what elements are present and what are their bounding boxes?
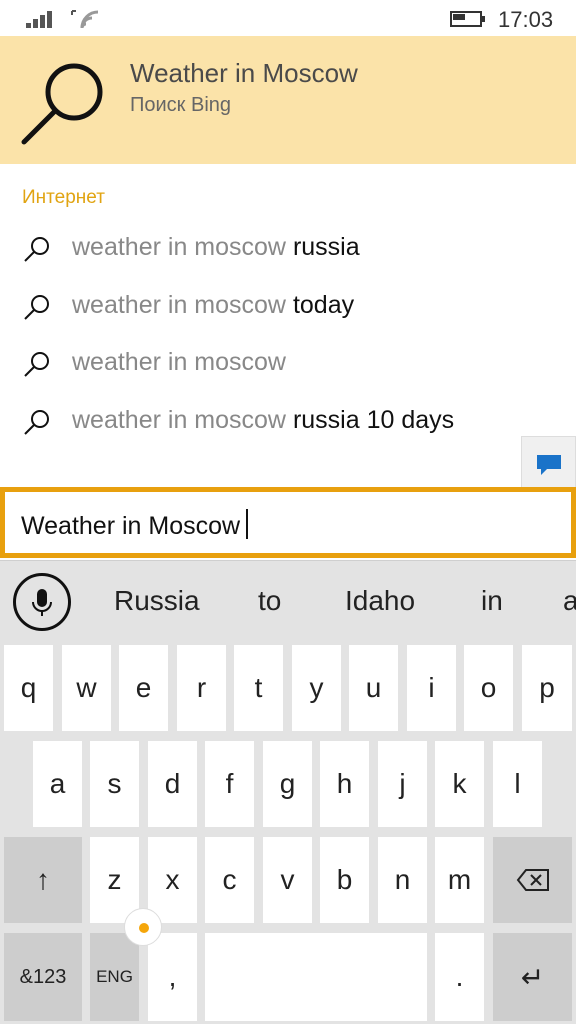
chat-bubble-icon — [537, 455, 561, 475]
suggestion-completion: today — [292, 290, 355, 319]
key-m[interactable]: m — [435, 837, 484, 923]
suggestion-completion: russia 10 days — [292, 405, 455, 434]
microphone-icon — [32, 589, 52, 616]
key-v[interactable]: v — [263, 837, 312, 923]
on-screen-keyboard: Russia to Idaho in a q w e r t y u i o p… — [0, 560, 576, 1024]
top-suggestion-title: Weather in Moscow — [130, 58, 358, 88]
search-input[interactable]: Weather in Moscow — [0, 487, 576, 558]
wifi-icon — [71, 10, 99, 29]
key-u[interactable]: u — [349, 645, 398, 731]
key-j[interactable]: j — [378, 741, 427, 827]
key-b[interactable]: b — [320, 837, 369, 923]
prediction-word[interactable]: to — [258, 585, 281, 617]
feedback-button[interactable] — [521, 436, 576, 488]
suggestion-typed: weather in moscow — [72, 233, 293, 261]
language-key[interactable]: ENG — [90, 933, 139, 1021]
key-k[interactable]: k — [435, 741, 484, 827]
key-g[interactable]: g — [263, 741, 312, 827]
suggestion-item[interactable]: weather in moscow russia 10 days — [0, 393, 576, 451]
prediction-word[interactable]: Russia — [114, 585, 200, 617]
suggestion-typed: weather in moscow — [72, 405, 293, 434]
key-q[interactable]: q — [4, 645, 53, 731]
key-s[interactable]: s — [90, 741, 139, 827]
key-d[interactable]: d — [148, 741, 197, 827]
numbers-key[interactable]: &123 — [4, 933, 82, 1021]
search-icon — [21, 63, 103, 145]
key-n[interactable]: n — [378, 837, 427, 923]
suggestion-typed: weather in moscow — [72, 348, 286, 376]
clock: 17:03 — [498, 7, 554, 32]
search-icon — [24, 294, 49, 320]
key-r[interactable]: r — [177, 645, 226, 731]
key-o[interactable]: o — [464, 645, 513, 731]
suggestion-completion: russia — [292, 233, 360, 261]
key-c[interactable]: c — [205, 837, 254, 923]
prediction-bar: Russia to Idaho in a — [0, 561, 576, 643]
suggestion-item[interactable]: weather in moscow russia — [0, 220, 576, 278]
shift-key[interactable]: ↑ — [4, 837, 82, 923]
backspace-icon — [516, 869, 549, 891]
suggestion-typed: weather in moscow — [72, 290, 293, 319]
section-label-internet: Интернет — [22, 187, 105, 208]
battery-icon — [450, 11, 486, 27]
key-a[interactable]: a — [33, 741, 82, 827]
key-p[interactable]: p — [522, 645, 572, 731]
signal-bars-icon — [26, 10, 58, 28]
suggestion-item[interactable]: weather in moscow today — [0, 278, 576, 336]
key-x[interactable]: x — [148, 837, 197, 923]
prediction-word[interactable]: a — [563, 585, 576, 617]
key-i[interactable]: i — [407, 645, 456, 731]
prediction-word[interactable]: in — [481, 585, 503, 617]
microphone-button[interactable] — [13, 573, 71, 631]
status-bar: 17:03 — [0, 0, 576, 36]
prediction-word[interactable]: Idaho — [345, 585, 415, 617]
backspace-key[interactable] — [493, 837, 572, 923]
search-input-value: Weather in Moscow — [21, 512, 241, 540]
bing-top-suggestion[interactable]: Weather in Moscow Поиск Bing — [0, 36, 576, 164]
search-icon — [24, 409, 49, 435]
search-icon — [24, 352, 49, 377]
suggestion-item[interactable]: weather in moscow — [0, 335, 576, 393]
text-caret — [246, 509, 249, 539]
suggestion-list: weather in moscow russia weather in mosc… — [0, 220, 576, 450]
key-t[interactable]: t — [234, 645, 283, 731]
key-y[interactable]: y — [292, 645, 341, 731]
key-l[interactable]: l — [493, 741, 542, 827]
key-f[interactable]: f — [205, 741, 254, 827]
key-w[interactable]: w — [62, 645, 111, 731]
top-suggestion-subtitle: Поиск Bing — [130, 94, 232, 116]
emoji-indicator[interactable] — [124, 908, 162, 946]
key-h[interactable]: h — [320, 741, 369, 827]
enter-key[interactable]: ↵ — [493, 933, 572, 1021]
space-key[interactable] — [205, 933, 427, 1021]
search-icon — [24, 237, 49, 262]
key-e[interactable]: e — [119, 645, 168, 731]
period-key[interactable]: . — [435, 933, 484, 1021]
comma-key[interactable]: , — [148, 933, 197, 1021]
